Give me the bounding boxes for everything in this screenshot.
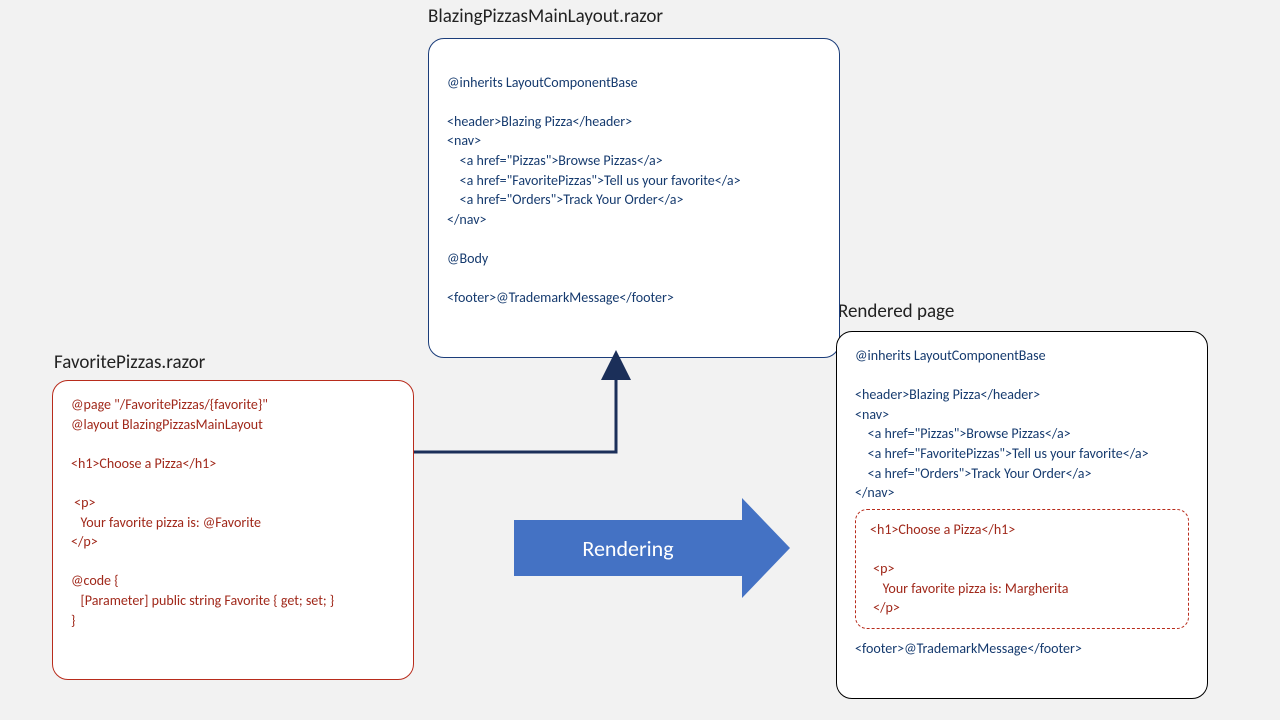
- title-favorite: FavoritePizzas.razor: [54, 351, 205, 374]
- rendering-arrow: Rendering: [514, 498, 790, 598]
- favorite-code: @page "/FavoritePizzas/{favorite}" @layo…: [71, 395, 395, 630]
- rendered-code-footer: <footer>@TrademarkMessage</footer>: [855, 639, 1189, 659]
- title-rendered: Rendered page: [838, 300, 954, 323]
- arrow-head-icon: [742, 498, 790, 598]
- layout-box: @inherits LayoutComponentBase <header>Bl…: [428, 38, 840, 358]
- rendered-body-code: <h1>Choose a Pizza</h1> <p> Your favorit…: [870, 520, 1174, 618]
- rendered-body-box: <h1>Choose a Pizza</h1> <p> Your favorit…: [855, 509, 1189, 629]
- rendering-label: Rendering: [514, 520, 742, 576]
- rendered-code-top: @inherits LayoutComponentBase <header>Bl…: [855, 346, 1189, 503]
- layout-code: @inherits LayoutComponentBase <header>Bl…: [447, 53, 821, 308]
- title-layout: BlazingPizzasMainLayout.razor: [428, 5, 663, 28]
- rendered-box: @inherits LayoutComponentBase <header>Bl…: [836, 331, 1208, 699]
- favorite-pizzas-box: @page "/FavoritePizzas/{favorite}" @layo…: [52, 380, 414, 680]
